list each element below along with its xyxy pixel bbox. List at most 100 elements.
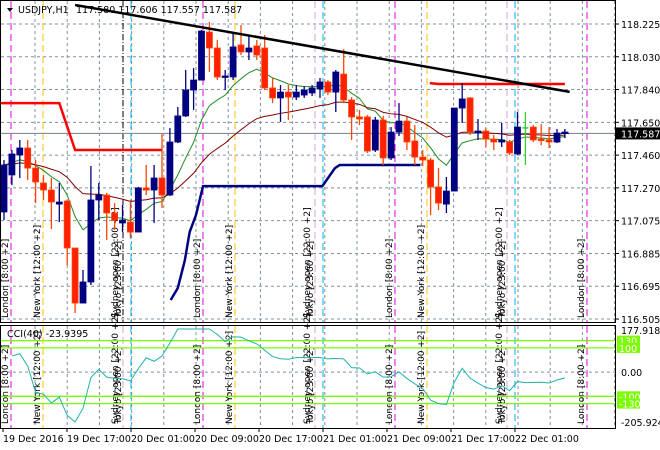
candle-body <box>269 87 277 99</box>
ohlc-label: 117.580 117.606 117.557 117.587 <box>76 5 242 16</box>
time-label: 21 Dec 09:00 <box>387 434 451 445</box>
candle[interactable] <box>387 127 395 161</box>
symbol-label: USDJPY,H1 <box>18 5 69 16</box>
candle-body <box>1 164 8 213</box>
candle-body <box>79 281 87 304</box>
candle-body <box>450 107 458 192</box>
time-label: 20 Dec 17:00 <box>259 434 323 445</box>
candle-body <box>474 130 482 133</box>
price-label: 116.885 <box>621 249 660 260</box>
session-label-london: London [8:00 +2] <box>193 345 203 424</box>
candle[interactable] <box>450 107 458 192</box>
candle-body <box>300 89 308 96</box>
candle-body <box>529 126 537 141</box>
session-label-london: London [8:00 +2] <box>577 239 587 318</box>
session-label-newyork: New York [12:00 +2] <box>225 331 235 424</box>
time-label: 19 Dec 2016 <box>3 434 64 445</box>
session-label-newyork: New York [12:00 +2] <box>417 225 427 318</box>
cci-max-label: 177.9181 <box>621 326 660 337</box>
time-label: 21 Dec 17:00 <box>451 434 515 445</box>
cci-level-label: -130 <box>619 400 641 411</box>
chart-window[interactable]: London [8:00 +2] London [8:00 +2] New York… <box>0 0 660 450</box>
candle-body <box>40 182 47 191</box>
candle[interactable] <box>134 186 142 233</box>
candle-body <box>71 247 79 304</box>
candle-body <box>403 120 411 143</box>
time-label: 20 Dec 01:00 <box>131 434 195 445</box>
session-label-london: London [8:00 +2] <box>385 345 395 424</box>
candle-body <box>363 116 371 152</box>
candle[interactable] <box>466 97 474 135</box>
candle-body <box>32 167 39 183</box>
candle-body <box>55 201 63 205</box>
candle-body <box>371 119 379 151</box>
candle-body <box>458 98 466 109</box>
candle-body <box>356 116 363 120</box>
cci-min-label: -205.9249 <box>621 418 660 429</box>
candle[interactable] <box>529 125 537 142</box>
session-label-london: London [8:00 +2] <box>577 345 587 424</box>
candle-body <box>292 91 300 98</box>
candle-body <box>340 73 348 101</box>
price-label: 116.505 <box>621 315 660 326</box>
candle-body <box>419 156 427 161</box>
session-label-newyork: New York [12:00 +2] <box>33 331 43 424</box>
candle-body <box>411 140 419 158</box>
candle-body <box>277 91 284 99</box>
candle-body <box>316 81 324 90</box>
session-label-london: London [8:00 +2] <box>1 345 11 424</box>
price-label: 118.225 <box>621 20 660 31</box>
candle-body <box>324 81 332 93</box>
candle[interactable] <box>506 139 514 156</box>
session-label-london: London [8:00 +2] <box>385 239 395 318</box>
candle[interactable] <box>363 115 371 153</box>
candle-body <box>498 139 506 143</box>
price-label: 117.460 <box>621 151 660 162</box>
current-price-label: 117.587 <box>621 129 660 140</box>
candle-body <box>490 138 498 143</box>
candle-body <box>537 138 545 141</box>
candle-body <box>190 79 198 91</box>
candle-body <box>253 45 261 56</box>
candle-body <box>442 190 450 205</box>
session-label-tokyo: Tokyo [23:00 +2] <box>114 347 124 425</box>
price-label: 117.840 <box>621 86 660 97</box>
candle-body <box>63 200 71 249</box>
candle[interactable] <box>71 247 79 313</box>
candle[interactable] <box>198 30 205 81</box>
candle-body <box>229 46 237 78</box>
price-label: 116.695 <box>621 282 660 293</box>
session-label-newyork: New York [12:00 +2] <box>225 225 235 318</box>
candle[interactable] <box>1 160 8 221</box>
candle-body <box>348 99 356 118</box>
candle-body <box>134 187 142 233</box>
candle-body <box>466 97 474 133</box>
candle-body <box>111 212 118 221</box>
candle-body <box>553 132 561 143</box>
candle-body <box>387 131 395 159</box>
candle[interactable] <box>371 116 379 152</box>
candle-body <box>506 141 514 154</box>
candle-body <box>261 47 269 89</box>
candle-body <box>205 31 213 49</box>
candle-body <box>245 47 253 53</box>
candle-body <box>174 115 182 143</box>
resistance-step-line <box>429 81 565 86</box>
candle-body <box>395 120 403 133</box>
candle-body <box>119 219 126 224</box>
candle-body <box>24 147 32 169</box>
candle-body <box>16 147 24 156</box>
candle-body <box>237 44 245 53</box>
session-label-tokyo: Tokyo [23:00 +2] <box>306 347 316 425</box>
candle[interactable] <box>379 115 387 165</box>
time-label: 21 Dec 01:00 <box>323 434 387 445</box>
candle-body <box>427 159 435 188</box>
candle-body <box>87 199 95 283</box>
session-label-london: London [8:00 +2] <box>1 239 11 318</box>
session-label-newyork: New York [12:00 +2] <box>33 225 43 318</box>
session-label-london: London [8:00 +2] <box>193 239 203 318</box>
session-label-newyork: New York [12:00 +2] <box>417 331 427 424</box>
candle-body <box>48 189 55 203</box>
session-label-tokyo: Tokyo [23:00 +2] <box>498 241 508 319</box>
candle-body <box>182 89 190 117</box>
